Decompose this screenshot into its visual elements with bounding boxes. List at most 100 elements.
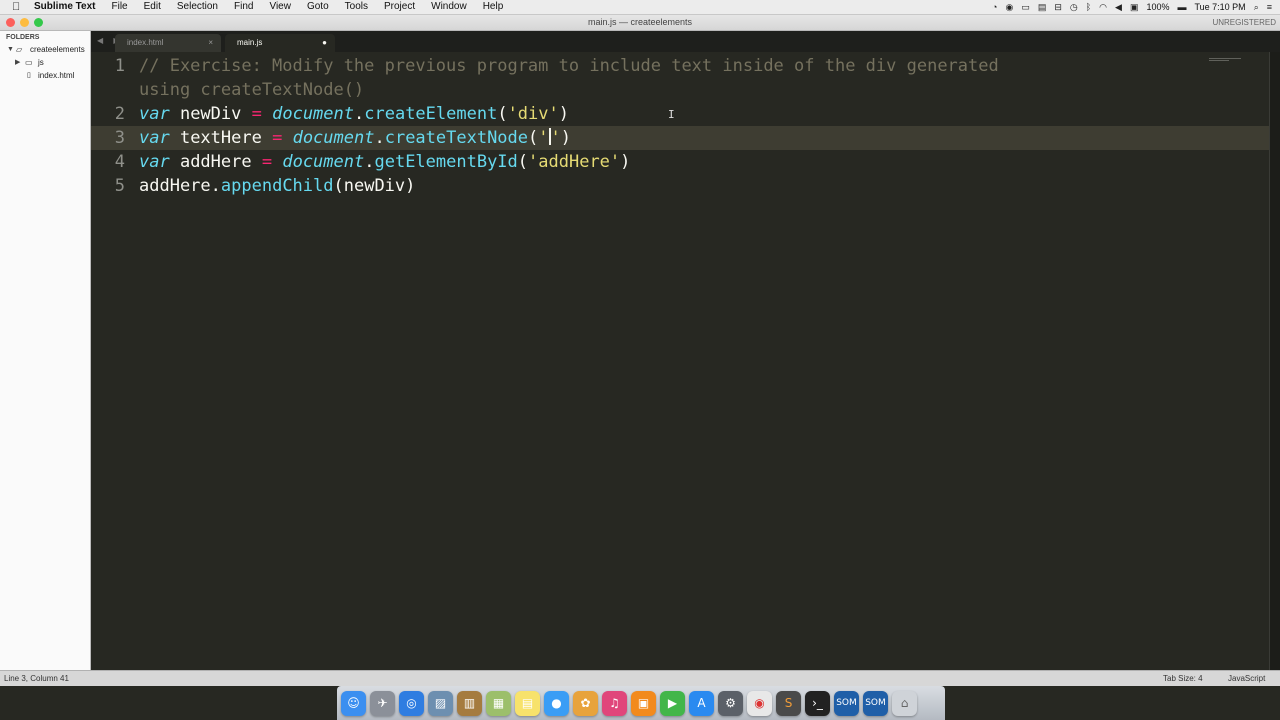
spotlight-search-icon[interactable]: ⌕: [1254, 2, 1259, 13]
notification-center-icon[interactable]: ≡: [1267, 2, 1272, 12]
dock-area: ☺ ✈ ◎ ▨ ▥ ▦ ▤ ● ✿ ♫ ▣ ▶ A ⚙ ◉ S ›_ SOM S…: [0, 686, 1280, 720]
code-line-1-wrap[interactable]: using createTextNode(): [139, 78, 364, 102]
safari-icon[interactable]: ◎: [399, 690, 424, 716]
ibooks-icon[interactable]: ▣: [631, 690, 656, 716]
line-number: 4: [114, 152, 125, 172]
menu-view[interactable]: View: [269, 0, 291, 14]
menu-extras: ◔ ◉ ▭ ▤ ⊟ ◷ ᛒ ◠ ◀ ▣ 100% ▬ Tue 7:10 PM ⌕…: [992, 0, 1272, 14]
menu-selection[interactable]: Selection: [177, 0, 218, 14]
chrome-icon[interactable]: ◉: [747, 690, 772, 716]
status-icon[interactable]: ⊟: [1054, 2, 1062, 13]
tab-size-selector[interactable]: Tab Size: 4: [1163, 671, 1203, 687]
line-number: 5: [114, 176, 125, 196]
collapse-arrow-icon[interactable]: ▶: [15, 56, 20, 69]
sidebar: FOLDERS ▼ ▱ createelements ▶ ▭ js ▯ inde…: [0, 31, 91, 670]
identifier-token: addHere: [139, 176, 211, 196]
global-token: document: [292, 128, 375, 148]
syntax-selector[interactable]: JavaScript: [1228, 671, 1265, 687]
sidebar-item-label: index.html: [38, 71, 75, 80]
sublime-text-icon[interactable]: S: [776, 690, 801, 716]
sidebar-file-index-html[interactable]: ▯ index.html: [0, 69, 90, 82]
menubar-clock[interactable]: Tue 7:10 PM: [1194, 2, 1245, 12]
identifier-token: newDiv: [169, 104, 252, 124]
code-line-1[interactable]: // Exercise: Modify the previous program…: [139, 54, 999, 78]
photos-app-icon[interactable]: ✿: [573, 690, 598, 716]
time-machine-icon[interactable]: ◷: [1070, 2, 1078, 13]
tab-index-html[interactable]: index.html ×: [115, 34, 221, 52]
dot-token: .: [354, 104, 365, 124]
menu-help[interactable]: Help: [483, 0, 504, 14]
paren-token: ): [558, 104, 569, 124]
paren-token: ): [560, 128, 572, 148]
contacts-icon[interactable]: ▥: [457, 690, 482, 716]
preview-icon[interactable]: ▨: [428, 690, 453, 716]
paren-token: ): [620, 152, 631, 172]
sidebar-folder-createelements[interactable]: ▼ ▱ createelements: [0, 43, 90, 56]
volume-icon[interactable]: ◀: [1115, 2, 1122, 13]
finder-icon[interactable]: ☺: [341, 690, 366, 716]
string-token: 'addHere': [528, 152, 621, 172]
global-token: document: [272, 104, 354, 124]
battery-icon[interactable]: ▬: [1177, 2, 1186, 12]
battery-percent[interactable]: 100%: [1146, 2, 1169, 12]
sidebar-item-label: js: [38, 58, 44, 67]
keyword-token: var: [139, 152, 170, 172]
operator-token: =: [251, 104, 262, 124]
tab-close-icon[interactable]: ×: [208, 34, 213, 52]
facetime-icon[interactable]: ▶: [660, 690, 685, 716]
bluetooth-icon[interactable]: ᛒ: [1086, 2, 1091, 12]
code-line-5[interactable]: addHere.appendChild(newDiv): [139, 174, 415, 198]
code-line-4[interactable]: var addHere = document.getElementById('a…: [139, 150, 630, 174]
menu-file[interactable]: File: [112, 0, 128, 14]
code-line-2[interactable]: var newDiv = document.createElement('div…: [139, 102, 569, 126]
cursor-position: Line 3, Column 41: [4, 674, 69, 683]
identifier-token: textHere: [169, 128, 273, 148]
code-editor[interactable]: 1 2 3 4 5 // Exercise: Modify the previo…: [91, 52, 1269, 670]
wifi-icon[interactable]: ◠: [1099, 2, 1107, 13]
menu-bar:  Sublime Text File Edit Selection Find …: [0, 0, 1280, 15]
method-token: createElement: [364, 104, 498, 124]
operator-token: =: [272, 128, 283, 148]
status-icon[interactable]: ◉: [1005, 2, 1013, 13]
editor-scrollbar[interactable]: [1269, 52, 1280, 670]
status-icon[interactable]: ◔: [992, 2, 997, 12]
folders-header: FOLDERS: [6, 34, 40, 41]
code-line-3[interactable]: var textHere = document.createTextNode('…: [139, 126, 571, 150]
apple-menu-icon[interactable]: : [12, 0, 24, 14]
tab-label: index.html: [127, 38, 164, 47]
messages-icon[interactable]: ●: [544, 690, 569, 716]
tab-dirty-indicator-icon[interactable]: ●: [322, 34, 327, 52]
display-icon[interactable]: ▣: [1130, 2, 1139, 13]
menu-edit[interactable]: Edit: [144, 0, 161, 14]
tab-bar: ◀ ▶ index.html × main.js ●: [91, 31, 1280, 52]
som-icon[interactable]: SOM: [863, 690, 888, 716]
som-icon[interactable]: SOM: [834, 690, 859, 716]
menu-find[interactable]: Find: [234, 0, 253, 14]
system-preferences-icon[interactable]: ⚙: [718, 690, 743, 716]
minimap[interactable]: [1209, 58, 1241, 64]
menu-project[interactable]: Project: [384, 0, 415, 14]
itunes-icon[interactable]: ♫: [602, 690, 627, 716]
dock: ☺ ✈ ◎ ▨ ▥ ▦ ▤ ● ✿ ♫ ▣ ▶ A ⚙ ◉ S ›_ SOM S…: [337, 686, 945, 720]
photos-icon[interactable]: ▦: [486, 690, 511, 716]
expand-arrow-icon[interactable]: ▼: [7, 43, 14, 56]
launchpad-icon[interactable]: ✈: [370, 690, 395, 716]
mouse-ibeam-icon: I: [668, 108, 675, 121]
method-token: appendChild: [220, 176, 334, 196]
screen-icon[interactable]: ▭: [1021, 2, 1030, 13]
menu-goto[interactable]: Goto: [307, 0, 329, 14]
tab-main-js[interactable]: main.js ●: [225, 34, 335, 52]
sidebar-folder-js[interactable]: ▶ ▭ js: [0, 56, 90, 69]
terminal-icon[interactable]: ›_: [805, 690, 830, 716]
menu-app-name[interactable]: Sublime Text: [34, 0, 96, 14]
app-store-icon[interactable]: A: [689, 690, 714, 716]
notes-icon[interactable]: ▤: [515, 690, 540, 716]
string-token: 'div': [507, 104, 559, 124]
dot-token: .: [374, 128, 385, 148]
trash-icon[interactable]: ⌂: [892, 690, 917, 716]
keyboard-icon[interactable]: ▤: [1038, 2, 1047, 13]
menu-tools[interactable]: Tools: [345, 0, 368, 14]
menu-window[interactable]: Window: [431, 0, 467, 14]
